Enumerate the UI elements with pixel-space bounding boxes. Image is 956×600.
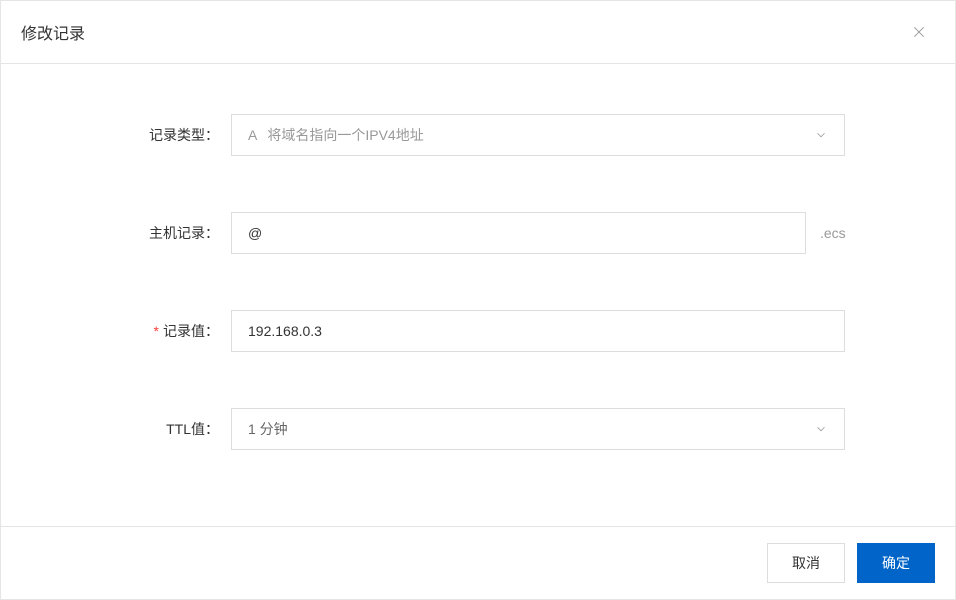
modal-body: 记录类型： A将域名指向一个IPV4地址 主机记录： .ec (1, 64, 955, 526)
host-record-suffix: .ecs (820, 225, 846, 241)
modal-footer: 取消 确定 (1, 526, 955, 599)
modal-container: 修改记录 记录类型： A 将域名指向一个IPV4地址 (0, 0, 956, 600)
ttl-control: 1 分钟 (231, 408, 895, 450)
host-record-input[interactable] (231, 212, 806, 254)
record-value-label-text: 记录值： (163, 323, 219, 339)
required-asterisk: * (154, 323, 159, 339)
chevron-down-icon (814, 422, 828, 436)
record-type-prefix: A (248, 127, 257, 143)
ttl-row: TTL值： 1 分钟 (61, 408, 895, 450)
close-icon (911, 24, 927, 40)
record-type-label: 记录类型： (61, 125, 231, 145)
host-record-row: 主机记录： .ecs (61, 212, 895, 254)
record-value-input[interactable] (231, 310, 845, 352)
modal-title: 修改记录 (21, 20, 85, 44)
record-type-row: 记录类型： A 将域名指向一个IPV4地址 (61, 114, 895, 156)
record-value-row: *记录值： (61, 310, 895, 352)
close-button[interactable] (907, 20, 931, 44)
record-value-label: *记录值： (61, 321, 231, 341)
confirm-button[interactable]: 确定 (857, 543, 935, 583)
record-type-desc: 将域名指向一个IPV4地址 (267, 127, 423, 143)
ttl-label: TTL值： (61, 419, 231, 439)
record-value-control (231, 310, 895, 352)
host-record-label: 主机记录： (61, 223, 231, 243)
modal-header: 修改记录 (1, 1, 955, 64)
record-type-value: A 将域名指向一个IPV4地址 (248, 125, 814, 145)
ttl-select[interactable]: 1 分钟 (231, 408, 845, 450)
chevron-down-icon (814, 128, 828, 142)
cancel-button[interactable]: 取消 (767, 543, 845, 583)
host-record-control: .ecs (231, 212, 895, 254)
ttl-value: 1 分钟 (248, 419, 814, 439)
record-type-control: A 将域名指向一个IPV4地址 (231, 114, 895, 156)
record-type-select[interactable]: A 将域名指向一个IPV4地址 (231, 114, 845, 156)
